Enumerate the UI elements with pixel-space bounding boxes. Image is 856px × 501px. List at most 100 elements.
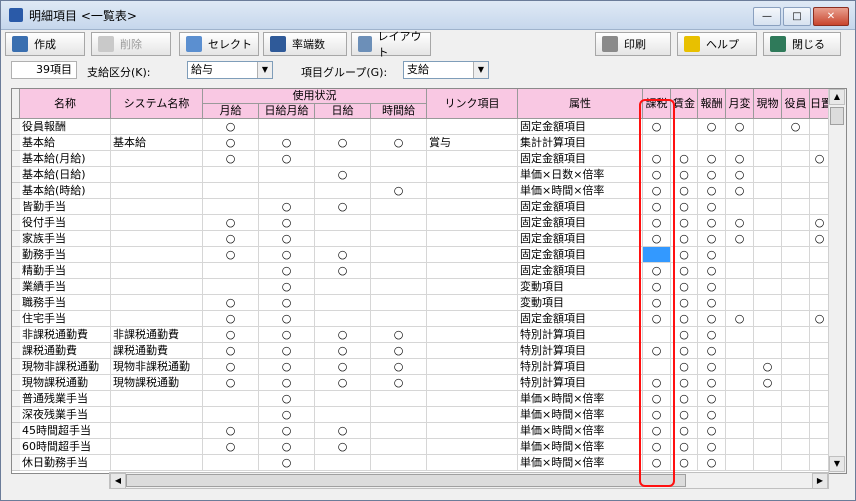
cell-tax[interactable]: ○ — [643, 279, 671, 295]
scroll-up-icon[interactable]: ▲ — [829, 89, 845, 105]
cell-wage[interactable]: ○ — [671, 391, 698, 407]
cell-wage[interactable]: ○ — [671, 167, 698, 183]
cell-link[interactable] — [427, 439, 518, 455]
cell-wage[interactable] — [671, 119, 698, 135]
cell-h[interactable] — [371, 455, 427, 471]
cell-ik[interactable] — [754, 167, 782, 183]
cell-ik[interactable] — [754, 455, 782, 471]
cell-sys[interactable] — [111, 231, 203, 247]
cell-off[interactable]: ○ — [782, 119, 810, 135]
cell-h[interactable]: ○ — [371, 359, 427, 375]
close-button[interactable]: 閉じる — [763, 32, 841, 56]
cell-mc[interactable] — [726, 343, 754, 359]
cell-m[interactable]: ○ — [203, 135, 259, 151]
cell-rem[interactable]: ○ — [698, 183, 726, 199]
cell-m[interactable]: ○ — [203, 295, 259, 311]
cell-dc[interactable] — [810, 391, 830, 407]
cell-dc[interactable]: ○ — [810, 151, 830, 167]
payment-select[interactable]: 給与 ▼ — [187, 61, 273, 79]
cell-wage[interactable]: ○ — [671, 279, 698, 295]
cell-link[interactable] — [427, 151, 518, 167]
cell-mc[interactable] — [726, 359, 754, 375]
cell-mc[interactable]: ○ — [726, 183, 754, 199]
cell-name[interactable]: 業績手当 — [20, 279, 111, 295]
cell-dc[interactable] — [810, 263, 830, 279]
cell-mc[interactable]: ○ — [726, 231, 754, 247]
cell-sys[interactable] — [111, 407, 203, 423]
cell-link[interactable] — [427, 359, 518, 375]
cell-d[interactable]: ○ — [315, 247, 371, 263]
cell-rem[interactable]: ○ — [698, 215, 726, 231]
cell-m[interactable]: ○ — [203, 359, 259, 375]
cell-m[interactable] — [203, 183, 259, 199]
cell-tax[interactable] — [643, 247, 671, 263]
row-selector[interactable] — [12, 343, 20, 359]
cell-dc[interactable] — [810, 119, 830, 135]
cell-d[interactable]: ○ — [315, 199, 371, 215]
cell-name[interactable]: 基本給(月給) — [20, 151, 111, 167]
cell-name[interactable]: 非課税通勤費 — [20, 327, 111, 343]
cell-rem[interactable]: ○ — [698, 423, 726, 439]
cell-h[interactable] — [371, 119, 427, 135]
cell-m[interactable]: ○ — [203, 375, 259, 391]
cell-dc[interactable] — [810, 295, 830, 311]
cell-off[interactable] — [782, 279, 810, 295]
cell-mc[interactable] — [726, 247, 754, 263]
cell-attr[interactable]: 特別計算項目 — [518, 327, 643, 343]
cell-dc[interactable]: ○ — [810, 231, 830, 247]
cell-name[interactable]: 役員報酬 — [20, 119, 111, 135]
cell-rem[interactable]: ○ — [698, 151, 726, 167]
cell-link[interactable] — [427, 119, 518, 135]
cell-attr[interactable]: 特別計算項目 — [518, 359, 643, 375]
cell-tax[interactable]: ○ — [643, 375, 671, 391]
cell-dm[interactable]: ○ — [259, 375, 315, 391]
cell-wage[interactable]: ○ — [671, 183, 698, 199]
row-selector[interactable] — [12, 279, 20, 295]
cell-name[interactable]: 役付手当 — [20, 215, 111, 231]
cell-m[interactable]: ○ — [203, 423, 259, 439]
header-system-name[interactable]: システム名称 — [111, 89, 203, 119]
cell-link[interactable] — [427, 295, 518, 311]
row-selector[interactable] — [12, 375, 20, 391]
cell-h[interactable]: ○ — [371, 327, 427, 343]
cell-sys[interactable]: 現物非課税通勤 — [111, 359, 203, 375]
cell-wage[interactable]: ○ — [671, 423, 698, 439]
cell-ik[interactable] — [754, 135, 782, 151]
cell-mc[interactable]: ○ — [726, 311, 754, 327]
header-attribute[interactable]: 属性 — [518, 89, 643, 119]
cell-rem[interactable]: ○ — [698, 359, 726, 375]
cell-attr[interactable]: 固定金額項目 — [518, 215, 643, 231]
cell-off[interactable] — [782, 167, 810, 183]
header-in-kind[interactable]: 現物 — [754, 89, 782, 119]
cell-d[interactable]: ○ — [315, 135, 371, 151]
row-selector[interactable] — [12, 263, 20, 279]
cell-d[interactable]: ○ — [315, 359, 371, 375]
cell-sys[interactable] — [111, 455, 203, 471]
cell-name[interactable]: 現物課税通勤 — [20, 375, 111, 391]
header-daily[interactable]: 日給 — [315, 104, 371, 119]
rounding-button[interactable]: 率端数 — [263, 32, 347, 56]
cell-attr[interactable]: 単価×時間×倍率 — [518, 439, 643, 455]
row-selector[interactable] — [12, 183, 20, 199]
cell-h[interactable] — [371, 263, 427, 279]
cell-rem[interactable]: ○ — [698, 343, 726, 359]
cell-m[interactable] — [203, 279, 259, 295]
header-name[interactable]: 名称 — [20, 89, 111, 119]
cell-mc[interactable]: ○ — [726, 119, 754, 135]
cell-h[interactable]: ○ — [371, 343, 427, 359]
cell-sys[interactable] — [111, 279, 203, 295]
cell-sys[interactable] — [111, 295, 203, 311]
cell-name[interactable]: 勤務手当 — [20, 247, 111, 263]
cell-off[interactable] — [782, 151, 810, 167]
cell-d[interactable] — [315, 279, 371, 295]
cell-wage[interactable]: ○ — [671, 263, 698, 279]
cell-tax[interactable]: ○ — [643, 167, 671, 183]
cell-tax[interactable]: ○ — [643, 231, 671, 247]
cell-dm[interactable]: ○ — [259, 311, 315, 327]
cell-ik[interactable] — [754, 295, 782, 311]
cell-dc[interactable] — [810, 247, 830, 263]
cell-attr[interactable]: 固定金額項目 — [518, 231, 643, 247]
cell-m[interactable]: ○ — [203, 327, 259, 343]
row-selector[interactable] — [12, 311, 20, 327]
cell-name[interactable]: 普通残業手当 — [20, 391, 111, 407]
